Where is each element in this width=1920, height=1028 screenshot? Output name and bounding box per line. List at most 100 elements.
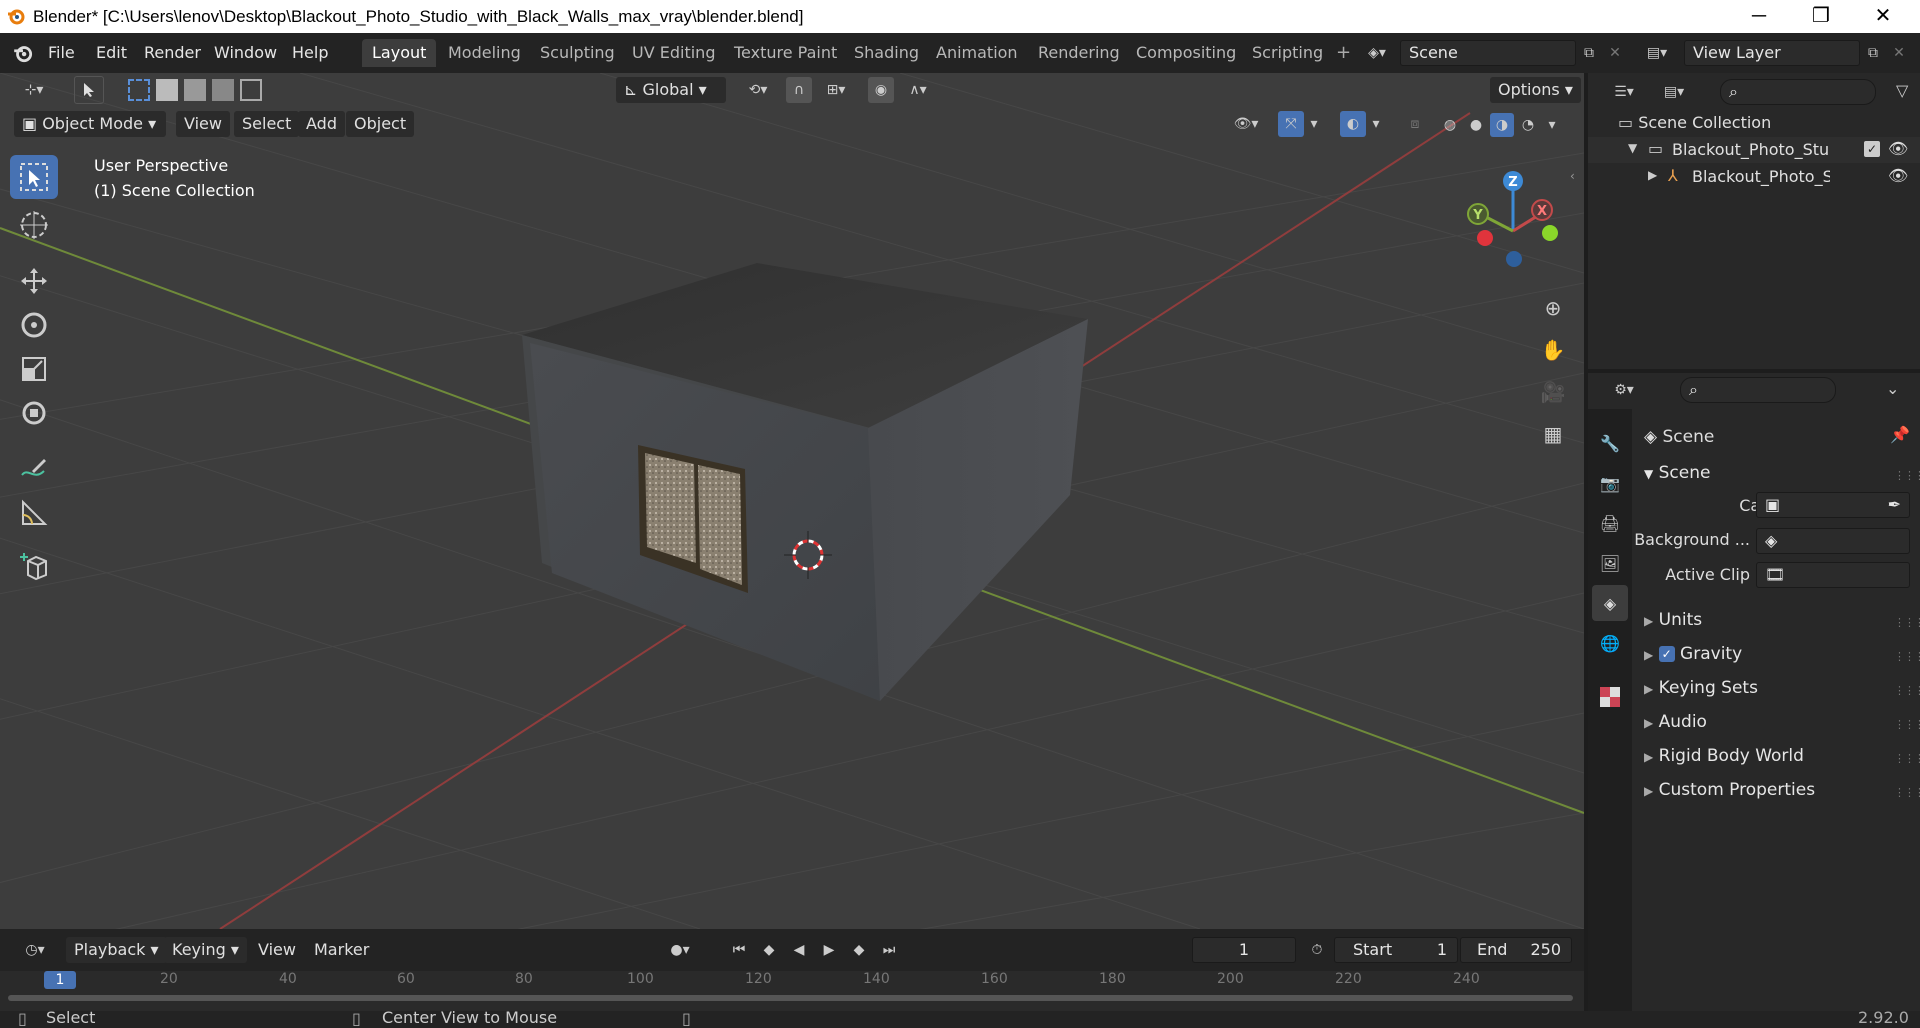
overlays-toggle-icon[interactable]: ◐ [1340, 111, 1366, 137]
overlays-dropdown-icon[interactable]: ▾ [1366, 111, 1386, 137]
drag-grip-icon[interactable]: ⋮⋮⋮ [1894, 684, 1920, 697]
timeline-menu-view[interactable]: View [250, 937, 304, 963]
delete-scene-icon[interactable]: ✕ [1602, 40, 1628, 66]
minimize-button[interactable]: ─ [1728, 0, 1790, 33]
jump-keyframe-forward-icon[interactable]: ◆ [846, 937, 872, 963]
pin-icon[interactable]: 📌 [1890, 425, 1910, 444]
pan-view-icon[interactable]: ✋ [1536, 333, 1570, 367]
auto-keying-icon[interactable]: ●▾ [660, 937, 700, 963]
visibility-icon[interactable]: 👁▾ [1226, 111, 1266, 137]
cursor-tool-icon[interactable] [10, 203, 58, 247]
tab-modeling[interactable]: Modeling [438, 39, 531, 67]
end-frame-field[interactable]: End 250 [1460, 937, 1572, 963]
editor-type-icon[interactable]: ⊹▾ [14, 77, 54, 103]
tab-rendering[interactable]: Rendering [1028, 39, 1130, 67]
background-scene-field[interactable]: ◈ [1756, 528, 1910, 554]
texture-tab-icon[interactable] [1592, 679, 1628, 715]
jump-keyframe-back-icon[interactable]: ◆ [756, 937, 782, 963]
render-tab-icon[interactable]: 📷 [1592, 465, 1628, 501]
menu-window[interactable]: Window [206, 41, 285, 65]
outliner-editor-type-icon[interactable]: ☰▾ [1604, 79, 1644, 105]
play-reverse-icon[interactable]: ◀ [786, 937, 812, 963]
properties-search-input[interactable]: ⌕ [1680, 377, 1836, 403]
play-icon[interactable]: ▶ [816, 937, 842, 963]
jump-start-icon[interactable]: ⏮ [726, 937, 752, 963]
blender-menu-icon[interactable] [12, 42, 34, 64]
material-preview-shading-icon[interactable]: ◑ [1490, 113, 1514, 137]
menu-help[interactable]: Help [284, 41, 336, 65]
viewport-menu-view[interactable]: View [176, 111, 230, 137]
camera-view-icon[interactable]: 🎥 [1536, 375, 1570, 409]
shading-dropdown-icon[interactable]: ▾ [1542, 113, 1562, 137]
tab-uv-editing[interactable]: UV Editing [622, 39, 725, 67]
add-workspace-icon[interactable]: + [1336, 42, 1351, 63]
panel-scene-header[interactable]: ▼ Scene [1644, 458, 1710, 488]
properties-options-icon[interactable]: ⌄ [1886, 379, 1899, 398]
rotate-tool-icon[interactable] [10, 303, 58, 347]
panel-audio-header[interactable]: ▶ Audio [1644, 707, 1707, 737]
tool-tab-icon[interactable]: 🔧 [1592, 425, 1628, 461]
gizmo-toggle-icon[interactable]: ⤧ [1278, 111, 1304, 137]
world-tab-icon[interactable]: 🌐 [1592, 625, 1628, 661]
select-tool-mode-icon[interactable] [74, 76, 104, 104]
scale-tool-icon[interactable] [10, 347, 58, 391]
panel-gravity-header[interactable]: ▶ ✓ Gravity [1644, 639, 1742, 669]
select-intersect-icon[interactable] [240, 79, 262, 101]
viewport-menu-add[interactable]: Add [298, 111, 345, 137]
transform-tool-icon[interactable] [10, 391, 58, 435]
snap-toggle-icon[interactable]: ∩ [786, 77, 812, 103]
drag-grip-icon[interactable]: ⋮⋮⋮ [1894, 650, 1920, 663]
viewport-menu-select[interactable]: Select [234, 111, 300, 137]
tab-scripting[interactable]: Scripting [1242, 39, 1333, 67]
3d-viewport[interactable]: ⊹▾ ⊾ Global ▾ ⟲▾ ∩ ⊞▾ ◉ ∧▾ Options ▾ ▣ O… [0, 73, 1584, 929]
outliner-row-object[interactable]: ▶ ⅄ Blackout_Photo_Stuc 👁 [1588, 164, 1920, 190]
timeline-editor-type-icon[interactable]: ◷▾ [14, 937, 56, 963]
active-clip-field[interactable]: 🎞 [1756, 562, 1910, 588]
new-scene-icon[interactable]: ⧉ [1576, 40, 1602, 66]
tab-shading[interactable]: Shading [844, 39, 929, 67]
house-model[interactable] [522, 263, 1088, 701]
transform-orientation-dropdown[interactable]: ⊾ Global ▾ [616, 77, 726, 103]
outliner-search-input[interactable]: ⌕ [1720, 79, 1876, 105]
select-subtract-icon[interactable] [184, 79, 206, 101]
tab-animation[interactable]: Animation [926, 39, 1028, 67]
filter-icon[interactable]: ▽ [1896, 81, 1908, 100]
drag-grip-icon[interactable]: ⋮⋮⋮ [1894, 752, 1920, 765]
panel-rigid-body-world-header[interactable]: ▶ Rigid Body World [1644, 741, 1804, 771]
visibility-eye-icon[interactable]: 👁 [1888, 139, 1908, 158]
gizmo-dropdown-icon[interactable]: ▾ [1304, 111, 1324, 137]
maximize-button[interactable]: ❐ [1790, 0, 1852, 33]
panel-custom-properties-header[interactable]: ▶ Custom Properties [1644, 775, 1815, 805]
eyedropper-icon[interactable]: ✒ [1888, 493, 1901, 517]
drag-grip-icon[interactable]: ⋮⋮⋮ [1894, 786, 1920, 799]
falloff-icon[interactable]: ∧▾ [896, 77, 940, 103]
new-view-layer-icon[interactable]: ⧉ [1860, 40, 1886, 66]
menu-render[interactable]: Render [136, 41, 209, 65]
preview-range-icon[interactable]: ⏱ [1304, 937, 1330, 963]
timeline-scrollbar[interactable] [8, 995, 1573, 1001]
rendered-shading-icon[interactable]: ◔ [1516, 113, 1540, 137]
timeline-menu-keying[interactable]: Keying ▾ [164, 937, 247, 963]
timeline-menu-marker[interactable]: Marker [306, 937, 377, 963]
proportional-edit-icon[interactable]: ◉ [868, 77, 894, 103]
panel-keying-sets-header[interactable]: ▶ Keying Sets [1644, 673, 1758, 703]
tab-texture-paint[interactable]: Texture Paint [724, 39, 847, 67]
display-mode-icon[interactable]: ▤▾ [1654, 79, 1694, 105]
tab-sculpting[interactable]: Sculpting [530, 39, 625, 67]
playhead[interactable]: 1 [44, 971, 76, 989]
timeline-menu-playback[interactable]: Playback ▾ [66, 937, 167, 963]
select-new-icon[interactable] [128, 79, 150, 101]
expand-arrow-icon[interactable]: ▶ [1648, 168, 1657, 182]
panel-units-header[interactable]: ▶ Units [1644, 605, 1702, 635]
current-frame-field[interactable]: 1 [1192, 937, 1296, 963]
outliner-row-scene-collection[interactable]: ▭ Scene Collection [1618, 111, 1771, 135]
wireframe-shading-icon[interactable]: ◍ [1438, 113, 1462, 137]
xray-toggle-icon[interactable]: ⧈ [1402, 111, 1428, 137]
add-cube-tool-icon[interactable] [10, 543, 58, 587]
expand-arrow-icon[interactable]: ▼ [1628, 141, 1637, 155]
visibility-eye-icon[interactable]: 👁 [1888, 166, 1908, 185]
jump-end-icon[interactable]: ⏭ [876, 937, 902, 963]
scene-browse-icon[interactable]: ◈▾ [1364, 40, 1390, 66]
tab-layout[interactable]: Layout [362, 39, 437, 67]
annotate-tool-icon[interactable] [10, 447, 58, 491]
